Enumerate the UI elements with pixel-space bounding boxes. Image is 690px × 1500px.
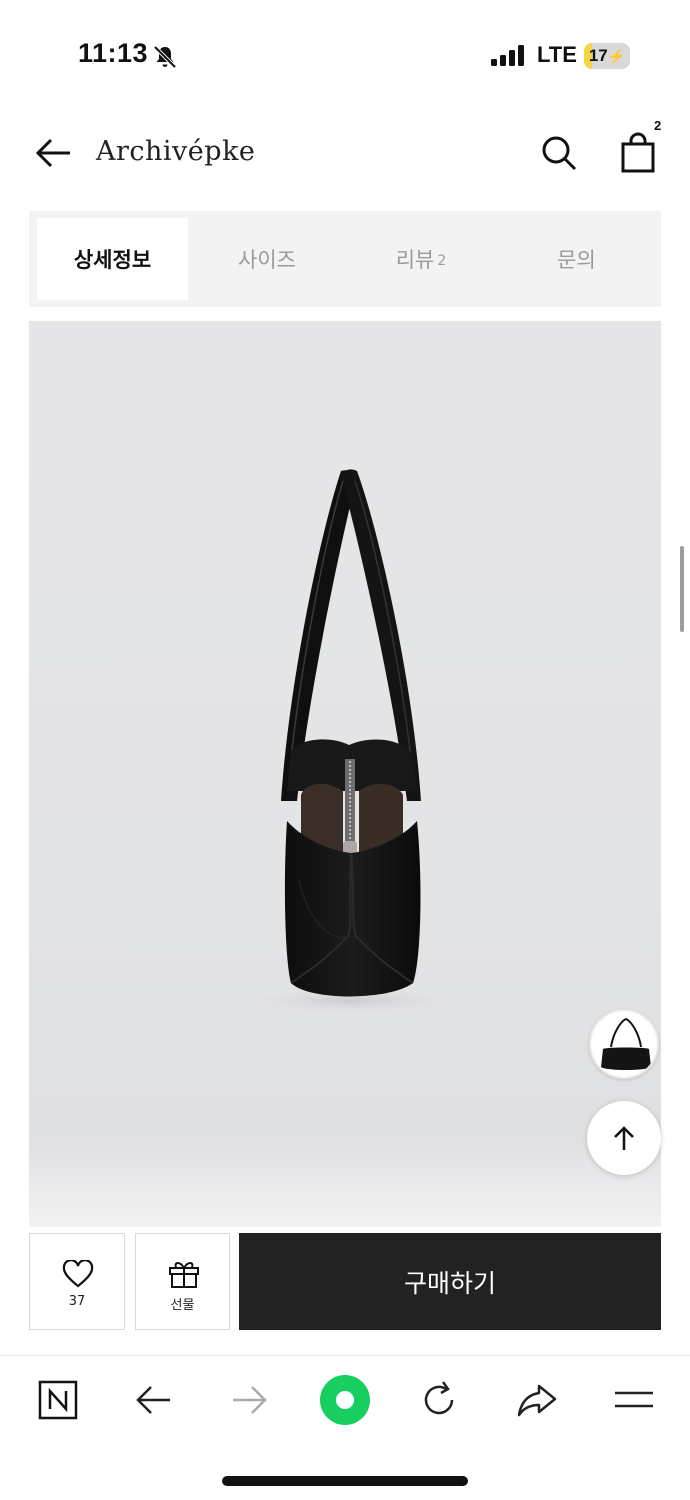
refresh-icon[interactable]: [418, 1378, 462, 1422]
cart-count-badge: 2: [654, 118, 662, 133]
home-indicator: [222, 1476, 468, 1486]
gift-icon: [169, 1262, 199, 1288]
arrow-up-icon: [614, 1126, 634, 1150]
brand-logo[interactable]: Archivépke: [96, 136, 255, 167]
scroll-indicator[interactable]: [680, 546, 684, 632]
thumbnail-button[interactable]: [589, 1009, 659, 1079]
gift-button[interactable]: 선물: [135, 1233, 230, 1330]
forward-arrow-icon[interactable]: [227, 1378, 271, 1422]
share-icon[interactable]: [515, 1378, 559, 1422]
shopping-bag-icon[interactable]: [618, 130, 658, 174]
battery-charging-icon: 17⚡: [584, 43, 630, 69]
app-header: Archivépke: [0, 110, 690, 200]
bell-slash-icon: [153, 45, 177, 69]
search-icon[interactable]: [540, 134, 578, 172]
like-count: 37: [68, 1294, 86, 1309]
tab-count: 2: [437, 253, 447, 269]
purchase-bar: 37 선물 구매하기: [29, 1233, 661, 1330]
scroll-top-button[interactable]: [587, 1101, 661, 1175]
product-image: [29, 321, 661, 1227]
signal-icon: [491, 45, 524, 66]
tab-size[interactable]: 사이즈: [191, 218, 343, 300]
tab-reviews[interactable]: 리뷰 2: [345, 218, 497, 300]
battery-percent: 17⚡: [588, 46, 626, 65]
status-time: 11:13: [78, 38, 149, 68]
like-button[interactable]: 37: [29, 1233, 125, 1330]
naver-n-icon[interactable]: [36, 1378, 80, 1422]
tab-inquiry[interactable]: 문의: [499, 218, 654, 300]
arrow-left-icon[interactable]: [34, 135, 74, 171]
tab-label: 문의: [557, 248, 596, 272]
product-tabs: 상세정보 사이즈 리뷰 2 문의: [29, 211, 661, 307]
tab-label: 상세정보: [73, 248, 152, 272]
buy-label: 구매하기: [403, 1268, 496, 1298]
status-bar: 11:13 LTE 17⚡: [0, 0, 690, 110]
heart-icon: [62, 1260, 94, 1288]
buy-button[interactable]: 구매하기: [239, 1233, 661, 1330]
gift-label: 선물: [170, 1298, 195, 1313]
tab-label: 사이즈: [238, 248, 296, 272]
back-arrow-icon[interactable]: [132, 1378, 176, 1422]
network-type: LTE: [537, 42, 577, 67]
handbag-illustration: [231, 469, 471, 1015]
green-circle-icon[interactable]: [319, 1374, 371, 1426]
menu-icon[interactable]: [612, 1378, 656, 1422]
tab-label: 리뷰: [395, 248, 435, 272]
tab-details[interactable]: 상세정보: [37, 218, 188, 300]
